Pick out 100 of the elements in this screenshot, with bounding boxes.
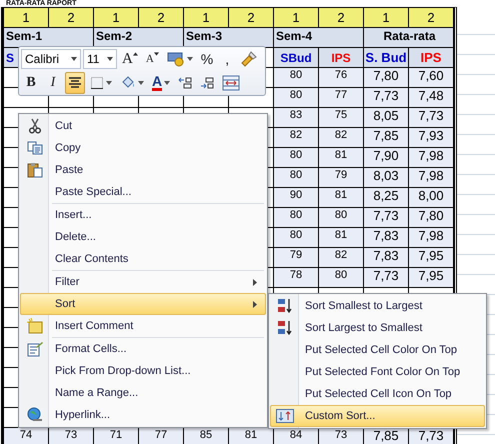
table-cell: 82 bbox=[319, 128, 364, 148]
menu-item[interactable]: Clear Contents bbox=[20, 248, 266, 270]
center-align-button[interactable] bbox=[65, 72, 85, 94]
decrease-decimal-icon bbox=[200, 76, 214, 90]
table-cell: 2 bbox=[409, 8, 454, 28]
custom-sort-icon bbox=[276, 409, 294, 423]
font-size-field[interactable]: 11 bbox=[83, 49, 117, 69]
menu-item[interactable]: Paste bbox=[20, 159, 266, 181]
column-header: Sem-1 bbox=[4, 28, 94, 48]
table-cell: 1 bbox=[184, 8, 229, 28]
menu-item[interactable]: Put Selected Cell Color On Top bbox=[270, 339, 485, 361]
table-cell: 2 bbox=[49, 8, 94, 28]
menu-item[interactable]: Name a Range... bbox=[20, 382, 266, 404]
grow-font-button[interactable]: A bbox=[119, 48, 141, 70]
menu-item[interactable]: Copy bbox=[20, 137, 266, 159]
menu-item[interactable]: Paste Special... bbox=[20, 181, 266, 203]
table-cell: 76 bbox=[319, 68, 364, 88]
menu-item[interactable]: Sort bbox=[20, 293, 266, 315]
money-icon bbox=[166, 51, 185, 67]
caret-icon bbox=[138, 81, 144, 85]
table-cell: 73 bbox=[49, 428, 94, 444]
table-cell: 7,93 bbox=[409, 128, 454, 148]
table-cell: 7,48 bbox=[409, 88, 454, 108]
table-cell: 7,85 bbox=[364, 428, 409, 444]
menu-item[interactable]: Delete... bbox=[20, 226, 266, 248]
column-header: Rata-rata bbox=[364, 28, 454, 48]
globe-icon bbox=[27, 407, 43, 423]
table-cell: 82 bbox=[319, 248, 364, 268]
menu-item[interactable]: Filter bbox=[20, 271, 266, 293]
table-cell: 80 bbox=[274, 88, 319, 108]
table-cell: 80 bbox=[274, 68, 319, 88]
column-header: Sem-2 bbox=[94, 28, 184, 48]
sort-ascending-icon bbox=[277, 298, 293, 314]
menu-item[interactable]: Hyperlink... bbox=[20, 404, 266, 426]
table-cell: 7,85 bbox=[364, 128, 409, 148]
menu-item[interactable]: Cut bbox=[20, 115, 266, 137]
table-cell: 7,95 bbox=[409, 248, 454, 268]
table-cell: 79 bbox=[319, 168, 364, 188]
table-cell: 7,98 bbox=[409, 228, 454, 248]
font-color-button[interactable]: A bbox=[149, 72, 174, 94]
down-triangle-icon bbox=[154, 52, 159, 56]
column-header: IPS bbox=[319, 48, 364, 68]
table-cell: 81 bbox=[319, 228, 364, 248]
table-cell: 1 bbox=[274, 8, 319, 28]
font-field[interactable]: Calibri bbox=[21, 49, 81, 69]
table-cell: 7,80 bbox=[409, 208, 454, 228]
column-header: IPS bbox=[409, 48, 454, 68]
caret-icon bbox=[186, 57, 193, 61]
menu-item[interactable]: Insert Comment bbox=[20, 315, 266, 337]
table-cell: 7,73 bbox=[364, 88, 409, 108]
menu-item[interactable]: Put Selected Cell Icon On Top bbox=[270, 383, 485, 405]
comma-button[interactable]: , bbox=[218, 48, 236, 70]
column-header: S. Bud bbox=[364, 48, 409, 68]
table-cell: 80 bbox=[274, 208, 319, 228]
table-cell: 7,73 bbox=[364, 268, 409, 288]
table-cell: 1 bbox=[364, 8, 409, 28]
border-icon bbox=[90, 76, 104, 90]
table-cell: 80 bbox=[274, 228, 319, 248]
menu-item[interactable]: Sort Smallest to Largest bbox=[270, 295, 485, 317]
table-cell: 7,98 bbox=[409, 168, 454, 188]
submenu-arrow-icon bbox=[253, 278, 257, 286]
table-cell: 80 bbox=[319, 208, 364, 228]
scissors-icon bbox=[29, 118, 41, 134]
italic-button[interactable]: I bbox=[43, 72, 63, 94]
table-cell: 2 bbox=[229, 8, 274, 28]
table-cell: 83 bbox=[274, 108, 319, 128]
brush-icon bbox=[241, 51, 258, 67]
menu-item[interactable]: Insert... bbox=[20, 204, 266, 226]
table-cell: 7,98 bbox=[409, 148, 454, 168]
table-cell: 77 bbox=[319, 88, 364, 108]
table-cell: 8,25 bbox=[364, 188, 409, 208]
percent-button[interactable]: % bbox=[198, 48, 216, 70]
merge-cells-icon bbox=[222, 75, 240, 91]
shrink-font-button[interactable]: A bbox=[142, 48, 162, 70]
table-cell: 79 bbox=[274, 248, 319, 268]
paint-bucket-icon bbox=[120, 76, 136, 90]
table-cell: 7,83 bbox=[364, 228, 409, 248]
table-cell: 7,95 bbox=[409, 268, 454, 288]
table-cell: 80 bbox=[274, 148, 319, 168]
table-cell: 7,73 bbox=[409, 108, 454, 128]
submenu-arrow-icon bbox=[253, 300, 257, 308]
table-cell: 74 bbox=[4, 428, 49, 444]
column-header: Sem-4 bbox=[274, 28, 364, 48]
table-cell: 77 bbox=[139, 428, 184, 444]
menu-item[interactable]: Pick From Drop-down List... bbox=[20, 360, 266, 382]
align-center-icon bbox=[68, 76, 82, 90]
column-header: Sem-3 bbox=[184, 28, 274, 48]
bold-button[interactable]: B bbox=[21, 72, 41, 94]
table-cell: 80 bbox=[274, 168, 319, 188]
menu-item[interactable]: Format Cells... bbox=[20, 338, 266, 360]
table-cell: 7,83 bbox=[364, 248, 409, 268]
table-cell: 1 bbox=[4, 8, 49, 28]
menu-item[interactable]: Put Selected Font Color On Top bbox=[270, 361, 485, 383]
table-cell: 82 bbox=[274, 128, 319, 148]
caret-icon bbox=[107, 57, 113, 61]
menu-item[interactable]: Sort Largest to Smallest bbox=[270, 317, 485, 339]
table-cell: 80 bbox=[319, 268, 364, 288]
table-cell: 90 bbox=[274, 188, 319, 208]
menu-item[interactable]: Custom Sort... bbox=[270, 405, 485, 427]
table-cell: 8,03 bbox=[364, 168, 409, 188]
